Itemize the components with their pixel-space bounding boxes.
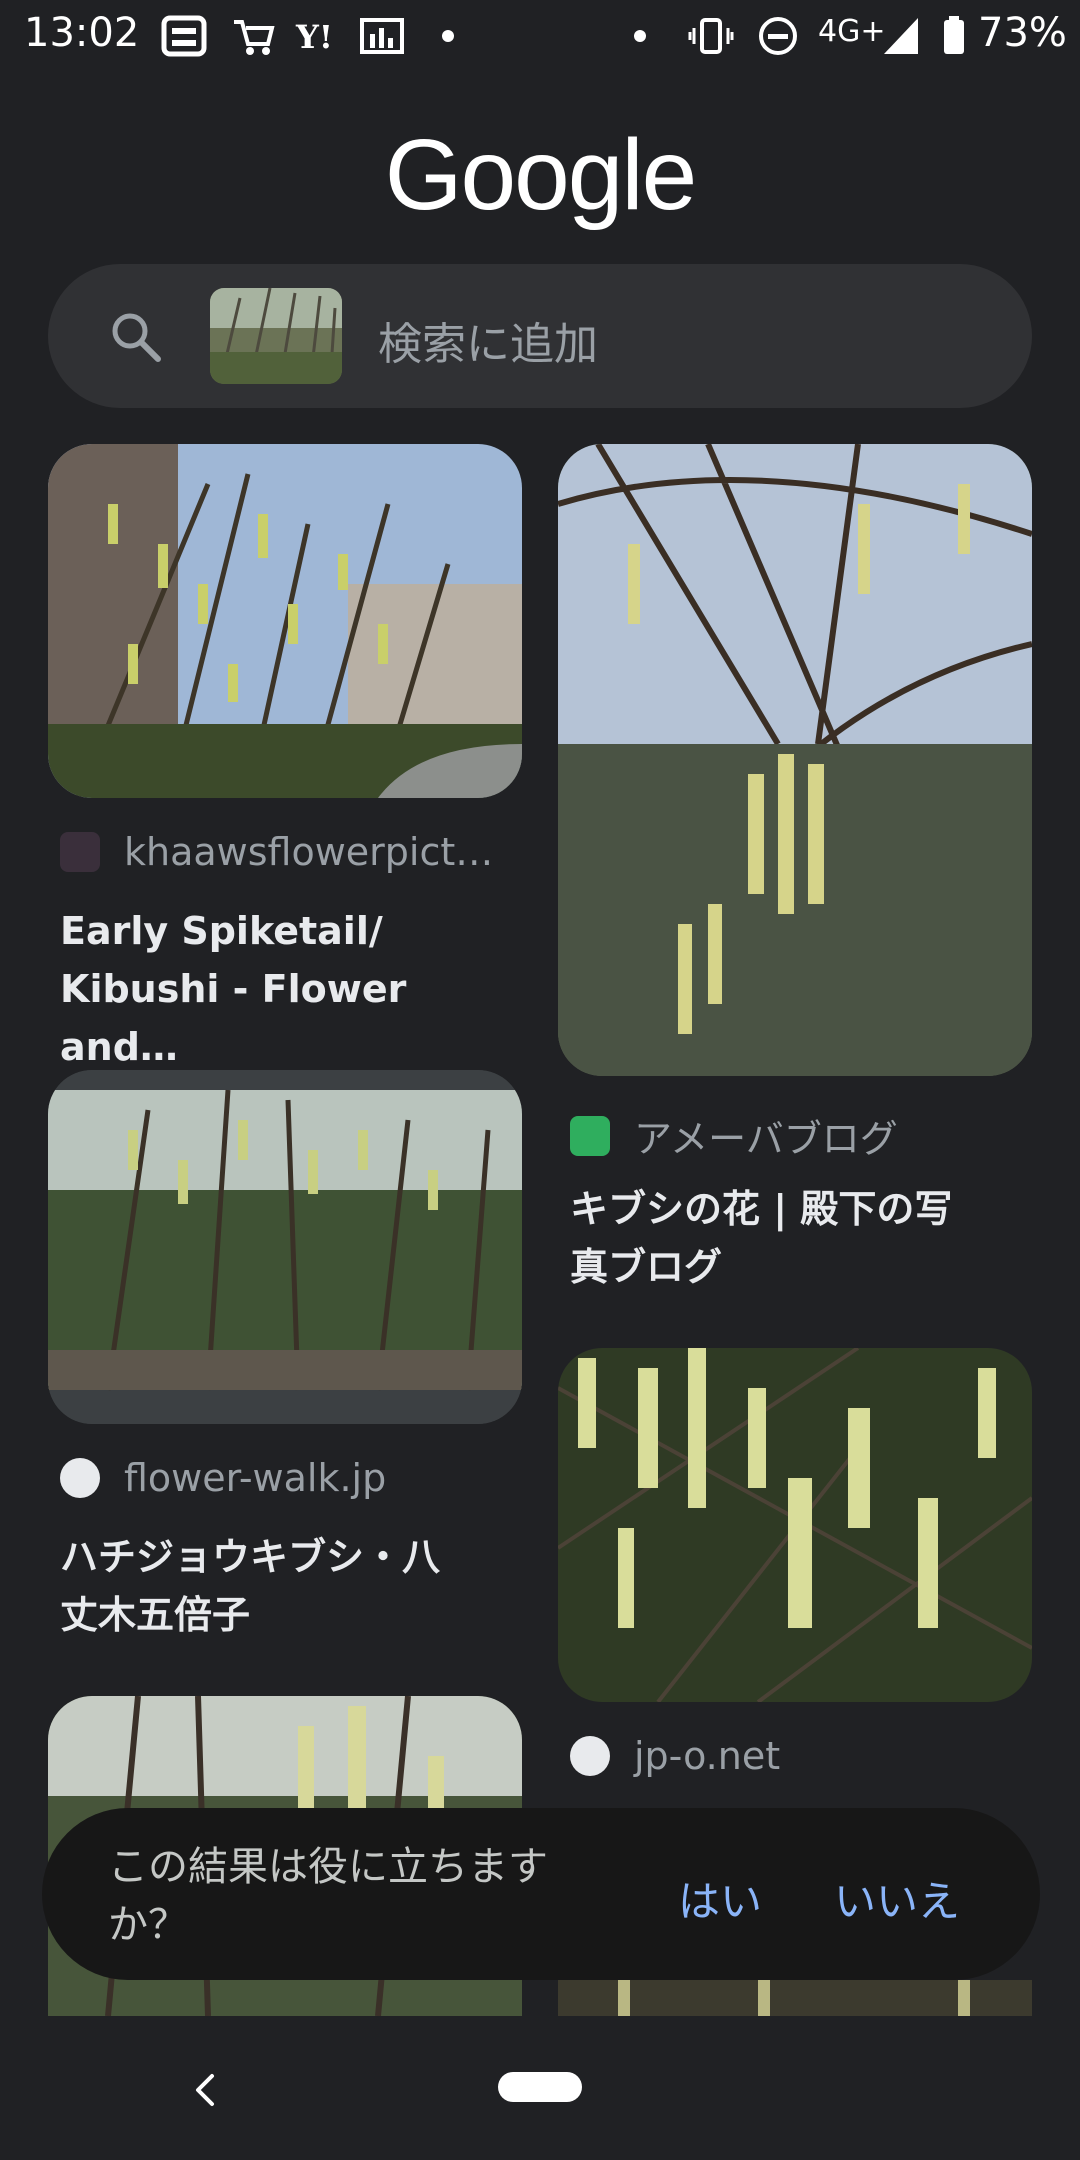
dot-icon xyxy=(634,30,646,42)
feedback-no-button[interactable]: いいえ xyxy=(834,1868,960,1929)
search-image-thumbnail[interactable] xyxy=(210,288,342,384)
ameba-icon xyxy=(570,1115,610,1156)
result-title[interactable]: Early Spiketail/ Kibushi - Flower and… xyxy=(60,902,520,1076)
feedback-bar: この結果は役に立ちます か？ はい いいえ xyxy=(42,1808,1040,1980)
signal-icon xyxy=(884,18,918,54)
result-image[interactable] xyxy=(48,444,522,798)
globe-icon xyxy=(60,1458,100,1498)
battery-percent: 73% xyxy=(978,10,1067,56)
result-image[interactable] xyxy=(558,1980,1032,2016)
source-name: khaawsflowerpict… xyxy=(124,830,494,874)
status-bar: 13:02 Y! 4G+ 73% xyxy=(0,0,1080,70)
news-icon xyxy=(161,15,207,57)
dnd-icon xyxy=(759,17,797,55)
yahoo-icon: Y! xyxy=(295,18,333,56)
feedback-yes-button[interactable]: はい xyxy=(678,1868,762,1929)
home-pill[interactable] xyxy=(498,2072,582,2102)
search-input[interactable]: 検索に追加 xyxy=(378,308,598,372)
result-source[interactable]: jp-o.net xyxy=(570,1734,780,1778)
svg-text:Y!: Y! xyxy=(295,18,333,56)
result-image[interactable] xyxy=(48,1070,522,1424)
globe-icon xyxy=(570,1736,610,1776)
status-time: 13:02 xyxy=(24,10,140,56)
google-logo: Google xyxy=(384,119,697,231)
chart-app-icon xyxy=(360,18,404,54)
back-icon[interactable] xyxy=(190,2070,220,2110)
feedback-question: この結果は役に立ちます か？ xyxy=(108,1844,548,1948)
result-source[interactable]: flower-walk.jp xyxy=(60,1456,386,1500)
vibrate-icon xyxy=(688,18,734,54)
result-title[interactable]: ハチジョウキブシ・八 丈木五倍子 xyxy=(60,1528,520,1644)
network-type: 4G+ xyxy=(818,14,886,49)
cart-icon xyxy=(234,20,275,55)
result-image[interactable] xyxy=(558,444,1032,1076)
flower-site-icon xyxy=(60,832,100,872)
result-image[interactable] xyxy=(558,1348,1032,1702)
battery-icon xyxy=(944,16,964,54)
search-icon[interactable] xyxy=(108,309,164,365)
source-name: flower-walk.jp xyxy=(124,1456,387,1500)
search-bar[interactable]: 検索に追加 xyxy=(48,264,1032,408)
source-name: jp-o.net xyxy=(634,1734,781,1778)
result-source[interactable]: アメーバブログ xyxy=(570,1108,898,1163)
dot-icon xyxy=(442,30,454,42)
result-title[interactable]: キブシの花 | 殿下の写 真ブログ xyxy=(570,1180,1030,1296)
result-source[interactable]: khaawsflowerpict… xyxy=(60,830,493,874)
source-name: アメーバブログ xyxy=(634,1117,898,1161)
